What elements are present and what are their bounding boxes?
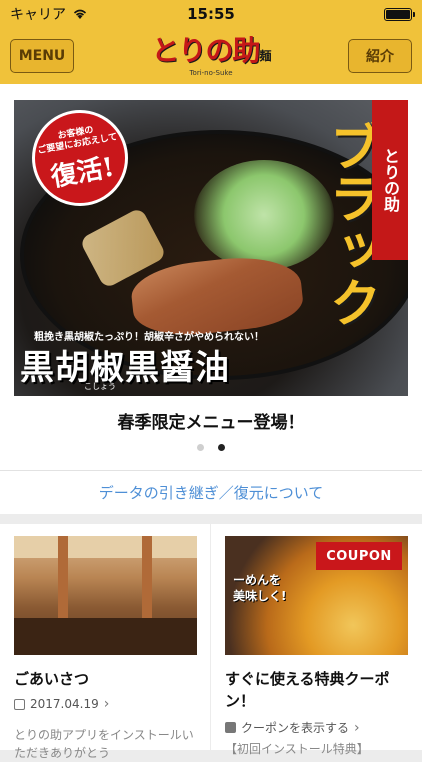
banner-caption: 春季限定メニュー登場！ xyxy=(117,413,305,433)
card-excerpt: 【初回インストール特典】 xyxy=(225,742,369,756)
card-title: ごあいさつ xyxy=(14,670,90,688)
clock: 15:55 xyxy=(187,5,235,23)
brand-tag: とりの助 xyxy=(372,100,408,260)
shop-counter xyxy=(14,618,197,655)
battery-icon xyxy=(384,7,415,21)
shop-interior-image xyxy=(14,536,197,655)
coupon-badge: COUPON xyxy=(316,542,402,570)
card-excerpt: とりの助アプリをインストールいただきありがとう xyxy=(14,728,194,760)
chevron-right-icon: › xyxy=(103,696,110,712)
carrier-label: キャリア xyxy=(10,7,66,23)
banner-vertical-title: ブラック xyxy=(320,120,381,328)
coupon-image-text: ーめんを 美味しく! xyxy=(233,573,287,603)
intro-button[interactable]: 紹介 xyxy=(348,39,412,73)
menu-button[interactable]: MENU xyxy=(10,39,74,73)
main-content: お客様の ご要望にお応えして 復活! ブラック とりの助 粗挽き黒胡椒たっぷり！… xyxy=(0,84,422,760)
coupon-icon xyxy=(225,722,236,733)
section-spacer xyxy=(0,514,422,524)
carousel-dot-active[interactable] xyxy=(218,444,225,451)
banner-ruby: こしょう xyxy=(84,382,116,391)
card-date: 2017.04.19 xyxy=(30,697,99,711)
shop-ceiling xyxy=(14,536,197,558)
chevron-right-icon: › xyxy=(354,719,360,736)
app-header: MENU とりの助麺 Tori-no-Suke 紹介 xyxy=(0,28,422,84)
card-title: すぐに使える特典クーポン！ xyxy=(225,670,390,710)
divider xyxy=(0,470,422,471)
wifi-icon xyxy=(73,9,87,19)
green-onion-image xyxy=(194,160,334,270)
banner-dish-name: 黒胡椒黒醤油 xyxy=(20,348,230,388)
status-bar: キャリア 15:55 xyxy=(0,0,422,28)
promo-banner[interactable]: お客様の ご要望にお応えして 復活! ブラック とりの助 粗挽き黒胡椒たっぷり！… xyxy=(14,100,408,396)
calendar-icon xyxy=(14,698,25,710)
coupon-action[interactable]: クーポンを表示する › xyxy=(225,719,360,736)
logo-subtitle: Tori-no-Suke xyxy=(189,68,233,77)
coupon-ramen-image: COUPON ーめんを 美味しく! xyxy=(225,536,408,655)
news-card-greeting[interactable]: ごあいさつ 2017.04.19 › とりの助アプリをインストールいただきありが… xyxy=(0,524,211,760)
carrier-group: キャリア xyxy=(10,4,88,24)
data-transfer-link[interactable]: データの引き継ぎ／復元について xyxy=(0,482,422,503)
carousel-indicator[interactable] xyxy=(0,444,422,451)
brand-logo: とりの助麺 Tori-no-Suke xyxy=(151,33,271,77)
coupon-action-label[interactable]: クーポンを表示する xyxy=(241,719,349,736)
news-card-coupon[interactable]: COUPON ーめんを 美味しく! すぐに使える特典クーポン！ クーポンを表示す… xyxy=(211,524,422,756)
logo-text: とりの助麺 xyxy=(151,33,271,67)
card-meta: 2017.04.19 › xyxy=(14,696,109,712)
carousel-dot[interactable] xyxy=(197,444,204,451)
